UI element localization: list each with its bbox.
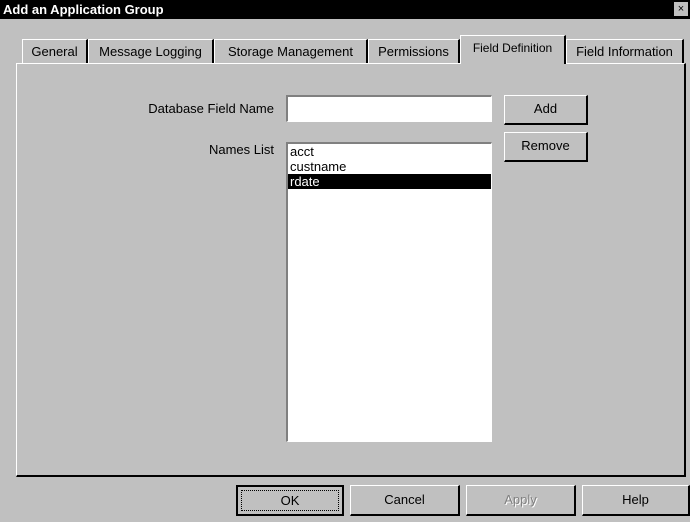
window-title: Add an Application Group (3, 2, 164, 17)
ok-button[interactable]: OK (236, 485, 344, 516)
database-field-name-label: Database Field Name (148, 101, 274, 116)
tab-field-information[interactable]: Field Information (566, 39, 684, 63)
names-list-label: Names List (208, 142, 274, 157)
tab-storage-management[interactable]: Storage Management (214, 39, 368, 63)
list-item[interactable]: acct (288, 144, 491, 159)
apply-button[interactable]: Apply (466, 485, 576, 516)
help-button[interactable]: Help (582, 485, 690, 516)
list-item[interactable]: rdate (288, 174, 491, 189)
tab-general[interactable]: General (22, 39, 88, 63)
add-button[interactable]: Add (504, 95, 588, 125)
tab-field-definition[interactable]: Field Definition (460, 35, 566, 64)
tab-permissions[interactable]: Permissions (368, 39, 460, 63)
cancel-button[interactable]: Cancel (350, 485, 460, 516)
close-icon[interactable]: × (674, 2, 688, 16)
list-item[interactable]: custname (288, 159, 491, 174)
names-listbox[interactable]: acct custname rdate (286, 142, 492, 442)
database-field-name-input[interactable] (286, 95, 492, 122)
remove-button[interactable]: Remove (504, 132, 588, 162)
title-bar: Add an Application Group × (0, 0, 690, 19)
tab-message-logging[interactable]: Message Logging (88, 39, 214, 63)
